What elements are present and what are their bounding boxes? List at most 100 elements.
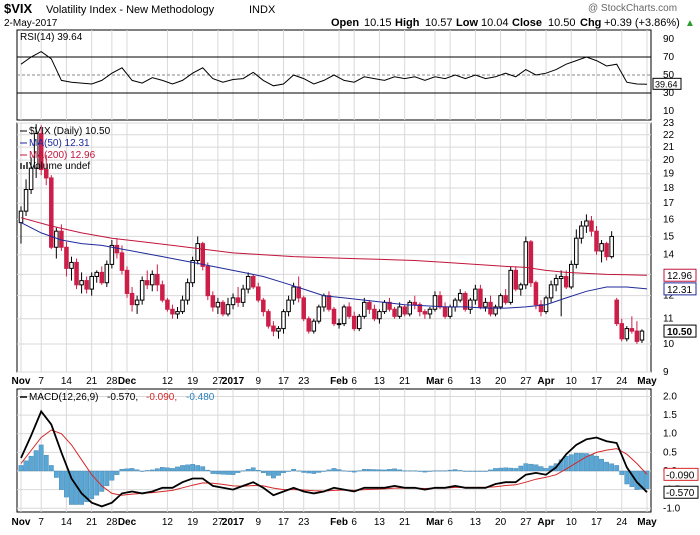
ohlc-low-label: Low <box>456 17 478 29</box>
price-tick-label: 20 <box>663 155 675 166</box>
histogram-bar <box>210 470 216 474</box>
volume-bars-icon <box>20 163 22 169</box>
candle-down <box>367 301 372 310</box>
macd-legend-hist: -0.480 <box>186 392 215 403</box>
histogram-bar <box>220 470 226 475</box>
histogram-bar <box>503 467 509 472</box>
histogram-bar <box>296 470 302 472</box>
x-tick-label: 17 <box>591 376 603 387</box>
histogram-bar <box>452 469 458 472</box>
x-tick-label: Dec <box>118 376 137 387</box>
histogram-bar <box>387 469 392 472</box>
candle-down <box>634 330 640 342</box>
histogram-bar <box>235 470 241 473</box>
histogram-bar <box>291 468 296 472</box>
candle-down <box>155 273 160 286</box>
candle-down <box>346 306 352 317</box>
x-tick-label: Feb <box>330 376 348 387</box>
histogram-bar <box>59 470 64 490</box>
histogram-bar <box>104 470 110 487</box>
candle-up <box>468 299 473 310</box>
watermark: @ StockCharts.com <box>588 3 677 14</box>
candle-down <box>250 275 256 288</box>
histogram-bar <box>599 458 604 472</box>
legend-item-ma200: MA(200) 12.96 <box>20 150 96 161</box>
x-tick-label: May <box>637 517 657 528</box>
candle-up <box>498 295 503 308</box>
candle-down <box>124 269 130 294</box>
candle-down <box>412 301 418 306</box>
candle-up <box>23 189 29 212</box>
histogram-bar <box>64 470 69 498</box>
rsi-tick-label: 10 <box>663 106 675 117</box>
histogram-bar <box>109 470 115 481</box>
histogram-bar <box>422 470 428 473</box>
candle-up <box>180 299 185 313</box>
candle-up <box>508 269 513 303</box>
histogram-bar <box>488 469 493 472</box>
histogram-bar <box>478 470 483 472</box>
rsi-tick-label: 90 <box>663 34 675 45</box>
histogram-bar <box>175 466 180 472</box>
macd-tag-value: -0.090 <box>666 470 695 481</box>
histogram-bar <box>619 470 625 475</box>
macd-legend-prefix: MACD(12,26,9) <box>29 392 98 403</box>
histogram-bar <box>457 470 463 472</box>
histogram-bar <box>589 454 594 472</box>
histogram-bar <box>382 469 387 472</box>
x-tick-label: Mar <box>426 517 444 528</box>
x-tick-label: Apr <box>537 517 554 528</box>
x-tick-label: 13 <box>470 376 482 387</box>
candle-down <box>594 230 599 252</box>
histogram-bar <box>331 468 337 472</box>
x-tick-label: 20 <box>495 376 507 387</box>
x-tick-label: 2017 <box>222 376 245 387</box>
x-tick-label: May <box>637 376 657 387</box>
candle-up <box>291 286 296 301</box>
candle-up <box>89 275 94 290</box>
histogram-bar <box>195 465 201 472</box>
histogram-bar <box>124 468 130 472</box>
histogram-bar <box>129 468 135 472</box>
histogram-bar <box>28 455 34 472</box>
price-tag-value: 10.50 <box>667 327 692 338</box>
histogram-bar <box>326 469 332 472</box>
candle-up <box>195 243 200 261</box>
candle-up <box>574 237 579 265</box>
x-tick-label: 9 <box>255 517 261 528</box>
candle-up <box>336 323 342 326</box>
rsi-tag-value: 39.64 <box>655 79 678 89</box>
histogram-bar <box>316 470 322 473</box>
histogram-bar <box>462 470 468 472</box>
histogram-bar <box>286 470 291 472</box>
x-tick-label: Dec <box>118 517 137 528</box>
candle-up <box>473 288 478 301</box>
candle-down <box>220 301 226 315</box>
price-tick-label: 23 <box>663 118 675 129</box>
candle-down <box>301 297 306 320</box>
x-tick-label: Nov <box>12 517 31 528</box>
candle-down <box>119 252 125 271</box>
candle-up <box>599 243 604 252</box>
candle-up <box>569 263 574 288</box>
histogram-bar <box>185 464 190 472</box>
candle-down <box>64 246 69 269</box>
candle-up <box>240 288 246 303</box>
legend-price-text: $VIX (Daily) 10.50 <box>29 126 111 137</box>
candle-up <box>407 301 412 315</box>
candle-up <box>356 315 362 330</box>
x-tick-label: 2017 <box>222 517 245 528</box>
x-tick-label: 13 <box>374 376 386 387</box>
candle-down <box>604 243 609 258</box>
histogram-bar <box>356 470 362 472</box>
x-tick-label: 6 <box>351 376 357 387</box>
candle-up <box>215 301 221 308</box>
macd-tick-label: -1.0 <box>663 503 681 514</box>
legend-ma200-text: MA(200) 12.96 <box>29 150 96 161</box>
histogram-bar <box>483 470 488 472</box>
candle-down <box>422 311 428 315</box>
histogram-bar <box>311 470 317 474</box>
x-tick-label: 17 <box>278 376 290 387</box>
histogram-bar <box>271 470 276 479</box>
x-tick-label: Nov <box>12 376 31 387</box>
